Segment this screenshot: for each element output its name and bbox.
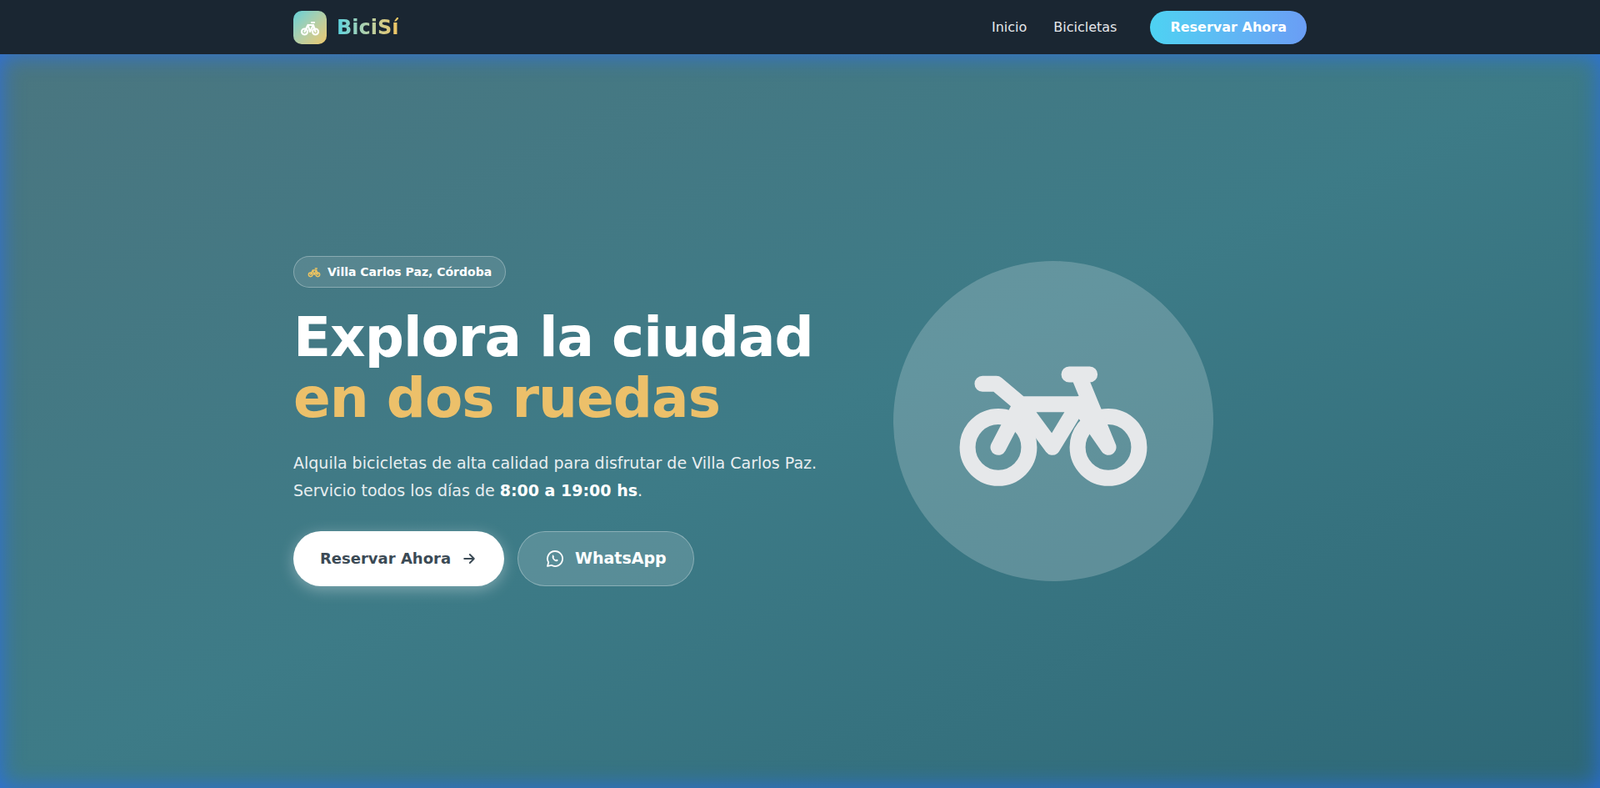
whatsapp-button[interactable]: WhatsApp	[517, 530, 695, 586]
location-badge: Villa Carlos Paz, Córdoba	[293, 255, 506, 288]
nav-link[interactable]: Inicio	[991, 17, 1027, 38]
hero-visual	[800, 260, 1307, 581]
hero-description: Alquila bicicletas de alta calidad para …	[293, 449, 817, 505]
title-line: Explora la ciudad	[293, 307, 814, 369]
description-line: Servicio todos los días de 8:00 a 19:00 …	[293, 476, 817, 505]
reserve-button[interactable]: Reservar Ahora	[1150, 10, 1307, 45]
hero-content: Villa Carlos Paz, CórdobaExplora la ciud…	[293, 255, 800, 585]
nav-links: Inicio Bicicletas Reservar Ahora	[991, 10, 1307, 45]
hero-buttons: Reservar AhoraWhatsApp	[293, 530, 695, 586]
brand-name: BiciSí	[336, 12, 399, 43]
navbar: BiciSí Inicio Bicicletas Reservar Ahora	[0, 0, 1600, 55]
arrow-right-icon	[460, 550, 478, 567]
logo-icon	[293, 10, 327, 45]
brand[interactable]: BiciSí	[293, 10, 399, 45]
whatsapp-icon	[545, 548, 565, 569]
bicycle-icon	[959, 354, 1148, 488]
cyclist-icon	[307, 265, 321, 279]
description-line: Alquila bicicletas de alta calidad para …	[293, 449, 817, 477]
hero-inner: Villa Carlos Paz, Córdoba Explora la ciud…	[293, 255, 1307, 585]
reserve-now-button[interactable]: Reservar Ahora	[293, 530, 505, 586]
hero: Villa Carlos Paz, Córdoba Explora la ciud…	[0, 54, 1600, 788]
title-line: en dos ruedas	[293, 368, 814, 430]
badge-label: Villa Carlos Paz, Córdoba	[327, 263, 492, 281]
description-part: Servicio todos los días de	[293, 480, 500, 500]
description-part: .	[637, 480, 643, 500]
nav-link[interactable]: Bicicletas	[1053, 17, 1117, 38]
hero-title: Explora la ciudaden dos ruedas	[293, 307, 814, 429]
description-part: 8:00 a 19:00 hs	[500, 480, 638, 500]
bike-icon	[300, 17, 320, 38]
bike-circle	[893, 260, 1214, 581]
navbar-inner: BiciSí Inicio Bicicletas Reservar Ahora	[293, 0, 1307, 55]
